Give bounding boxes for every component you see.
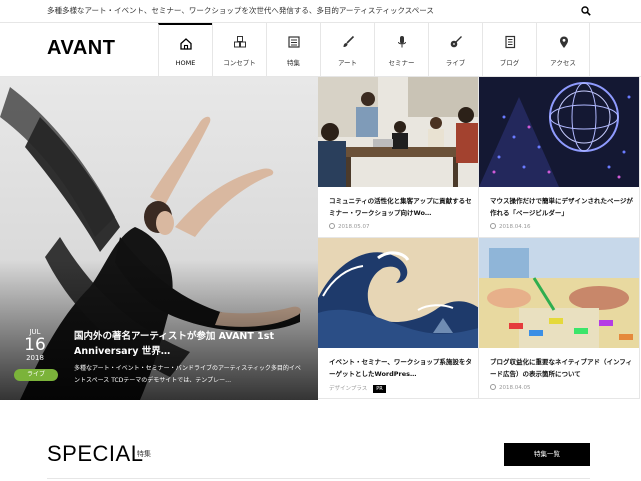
site-header: AVANT HOME コンセプト 特集 アート セミナー ライブ ブログ アクセ… [0,23,641,77]
card-title[interactable]: ブログ収益化に重要なネイティブアド（インフィード広告）の表示箇所について [490,356,635,380]
nav-item-seminar[interactable]: セミナー [374,23,428,77]
featured-post[interactable]: JUL 16 2018 ライブ 国内外の著名アーティストが参加 AVANT 1s… [0,77,318,400]
hero-year: 2018 [26,354,44,362]
card-title[interactable]: マウス操作だけで簡単にデザインされたページが作れる「ページビルダー」 [490,195,635,219]
workshop-photo [479,238,639,348]
cubes-icon [234,36,246,48]
special-list-button[interactable]: 特集一覧 [504,443,590,466]
card-title[interactable]: コミュニティの活性化と集客アップに貢献するセミナー・ワークショップ向けWo… [329,195,474,219]
nav-label: アクセス [550,59,576,67]
nav-label: ブログ [499,59,520,67]
nav-label: HOME [175,59,196,67]
card-date: 2018.05.07 [338,224,370,230]
nav-item-feature[interactable]: 特集 [266,23,320,77]
special-heading: SPECIAL [47,441,144,466]
hero-excerpt: 多種なアート・イベント・セミナー・バンドライブのアーティスティック多目的イベント… [74,365,301,384]
card-meta: 2018.04.05 [490,384,531,391]
nav-item-concept[interactable]: コンセプト [212,23,266,77]
clock-icon [490,223,496,229]
card-title[interactable]: イベント・セミナー、ワークショップ系施設をターゲットとしたWordPres… [329,356,474,380]
hero-day: 16 [24,335,46,355]
nav-label: ライブ [445,59,466,67]
nav-item-access[interactable]: アクセス [536,23,590,77]
card-meta: デザインプラス PR [329,384,386,393]
nav-label: 特集 [287,59,300,67]
card-meta: 2018.05.07 [329,223,370,230]
hero-date: JUL 16 2018 [20,328,50,362]
card-date: 2018.04.16 [499,224,531,230]
card-author: デザインプラス [329,386,368,392]
special-subheading: 特集 [137,450,151,458]
newspaper-icon [288,36,300,48]
card-date: 2018.04.05 [499,385,531,391]
post-card[interactable]: イベント・セミナー、ワークショップ系施設をターゲットとしたWordPres… デ… [318,238,479,399]
pr-badge: PR [373,385,386,393]
card-meta: 2018.04.16 [490,223,531,230]
nav-label: コンセプト [223,59,256,67]
nav-label: セミナー [388,59,415,67]
document-icon [505,35,516,49]
top-bar: 多種多様なアート・イベント、セミナー、ワークショップを次世代へ発信する、多目的ア… [0,0,641,23]
global-nav: HOME コンセプト 特集 アート セミナー ライブ ブログ アクセス [158,23,590,77]
clock-icon [329,223,335,229]
search-icon[interactable] [581,6,591,16]
divider [47,478,590,479]
hero-title[interactable]: 国内外の著名アーティストが参加 AVANT 1st Anniversary 世界… [74,329,304,359]
nav-item-live[interactable]: ライブ [428,23,482,77]
site-logo[interactable]: AVANT [47,37,115,60]
nav-item-blog[interactable]: ブログ [482,23,536,77]
nav-label: アート [337,59,358,67]
brush-icon [343,35,355,47]
nav-item-home[interactable]: HOME [158,23,212,77]
microphone-icon [398,36,406,48]
seminar-photo [318,77,478,187]
hero-category-badge[interactable]: ライブ [14,369,58,381]
post-card[interactable]: マウス操作だけで簡単にデザインされたページが作れる「ページビルダー」 2018.… [479,77,640,238]
light-sphere-photo [479,77,639,187]
map-pin-icon [560,36,568,48]
clock-icon [490,384,496,390]
home-icon [180,38,192,50]
site-tagline: 多種多様なアート・イベント、セミナー、ワークショップを次世代へ発信する、多目的ア… [47,6,434,15]
wave-print-image [318,238,478,348]
post-card[interactable]: ブログ収益化に重要なネイティブアド（インフィード広告）の表示箇所について 201… [479,238,640,399]
post-card[interactable]: コミュニティの活性化と集客アップに貢献するセミナー・ワークショップ向けWo… 2… [318,77,479,238]
nav-item-art[interactable]: アート [320,23,374,77]
guitar-icon [450,36,462,48]
